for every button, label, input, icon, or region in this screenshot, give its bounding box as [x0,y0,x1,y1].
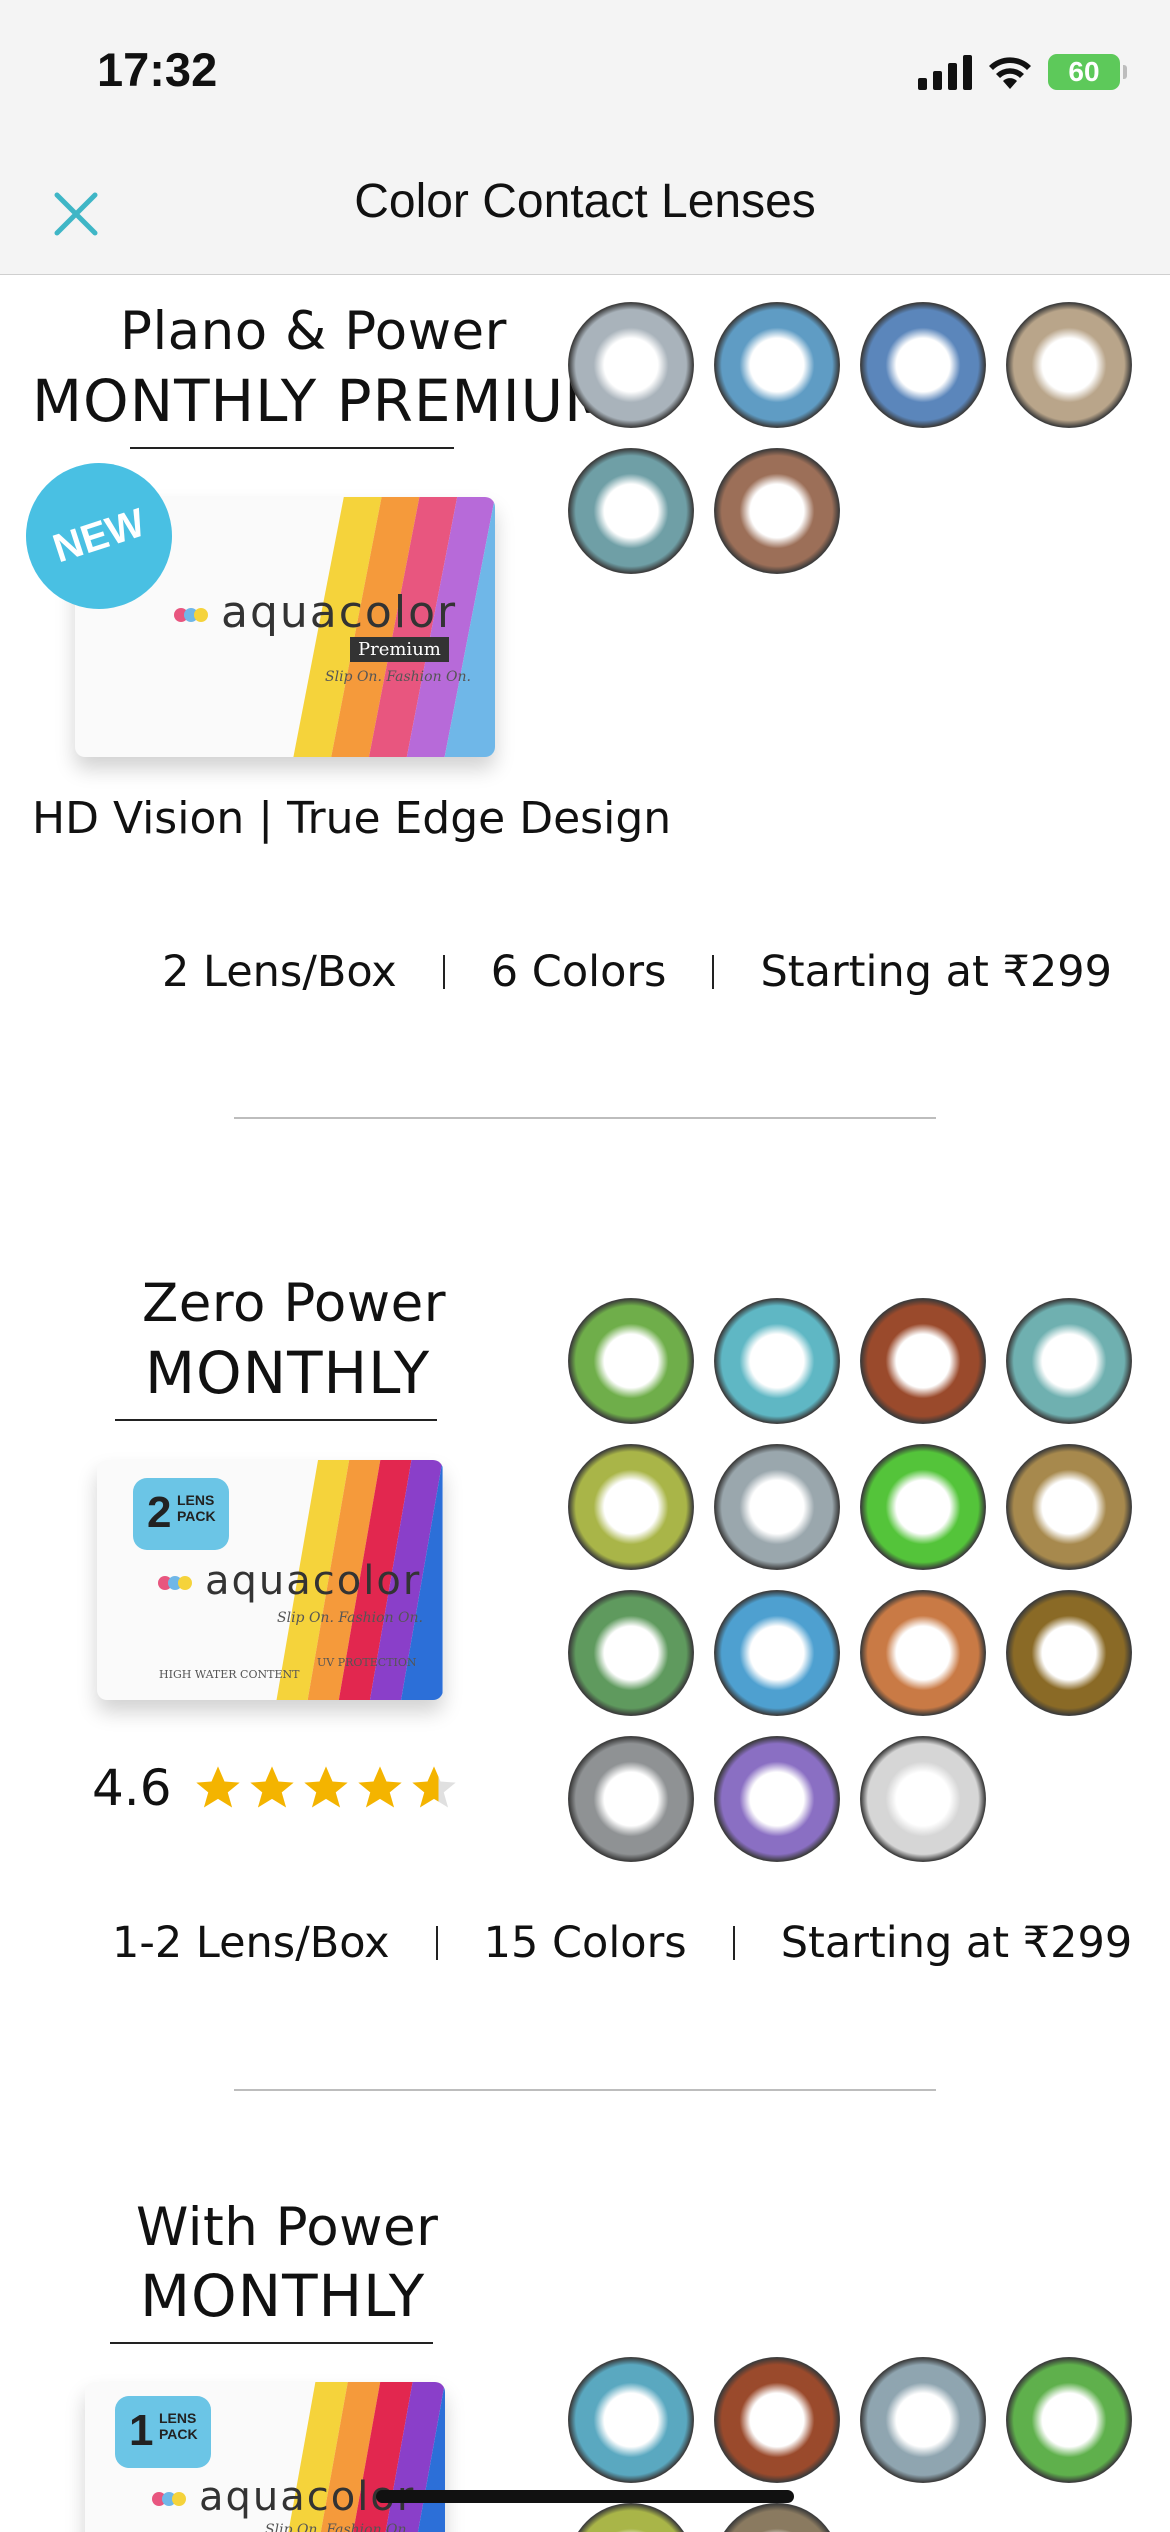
lens-swatch[interactable] [714,448,840,574]
lens-swatch[interactable] [568,2357,694,2483]
spec-lens-per-box: 1-2 Lens/Box [112,1918,390,1968]
spec-separator [732,1926,735,1960]
battery-level: 60 [1068,56,1100,87]
feature-text: HD Vision | True Edge Design [32,793,672,844]
box-tagline: Slip On. Fashion On. [265,2522,411,2532]
star-icon [195,1766,240,1808]
rating-value: 4.6 [92,1759,172,1817]
brand-name: aquacolor [173,587,457,638]
brand-name: aquacolor [157,1558,421,1604]
lens-swatch[interactable] [714,1444,840,1570]
battery-icon: 60 [1048,54,1127,90]
box-feature-right: UV PROTECTION [317,1656,417,1669]
lens-swatch[interactable] [568,448,694,574]
lens-swatch[interactable] [1006,1444,1132,1570]
section-subtitle: With Power [136,2197,439,2258]
star-icon [303,1766,348,1808]
section-divider [234,2089,936,2091]
section-subtitle: Plano & Power [120,301,507,362]
pack-badge: 2 LENS PACK [133,1478,229,1550]
spec-colors: 15 Colors [483,1918,687,1968]
status-bar: 17:32 60 [0,0,1170,150]
lens-swatch[interactable] [568,2503,694,2532]
spec-separator [435,1926,438,1960]
star-icon [411,1766,456,1808]
title-underline [115,1419,437,1421]
lens-swatch[interactable] [1006,1298,1132,1424]
spec-lens-per-box: 2 Lens/Box [162,947,397,997]
lens-swatch[interactable] [714,2503,840,2532]
lens-swatch[interactable] [860,302,986,428]
lens-swatch[interactable] [714,2357,840,2483]
lens-swatch[interactable] [714,302,840,428]
lens-swatch[interactable] [568,1590,694,1716]
lens-swatch[interactable] [714,1590,840,1716]
title-underline [110,2342,433,2344]
lens-swatch[interactable] [714,1736,840,1862]
product-box-image[interactable]: 1 LENS PACK aquacolor Slip On. Fashion O… [85,2382,445,2532]
lens-swatch[interactable] [1006,1590,1132,1716]
page-title: Color Contact Lenses [354,175,816,228]
status-time: 17:32 [97,43,218,96]
lens-swatch[interactable] [860,2357,986,2483]
lens-swatch[interactable] [568,1444,694,1570]
spec-price: Starting at ₹299 [760,947,1112,997]
title-underline [130,447,454,449]
pack-badge: 1 LENS PACK [115,2396,211,2468]
product-box-image[interactable]: 2 LENS PACK aquacolor Slip On. Fashion O… [97,1460,443,1700]
premium-tag: Premium [350,637,449,662]
status-icons: 60 [918,48,1127,96]
spec-row: 1-2 Lens/Box 15 Colors Starting at ₹299 [112,1918,1132,1968]
wifi-icon [989,57,1031,89]
signal-icon [918,54,972,90]
section-divider [234,1117,936,1119]
spec-separator [712,955,715,989]
section-title: MONTHLY PREMIUM [32,367,616,435]
lens-swatch[interactable] [860,1590,986,1716]
lens-swatch[interactable] [568,1298,694,1424]
spec-row: 2 Lens/Box 6 Colors Starting at ₹299 [162,947,1112,997]
brand-logo-icon [158,1576,192,1590]
box-tagline: Slip On. Fashion On. [325,669,471,685]
lens-swatch[interactable] [860,1736,986,1862]
lens-swatch[interactable] [568,1736,694,1862]
lens-swatch[interactable] [1006,2357,1132,2483]
product-list[interactable]: Plano & Power MONTHLY PREMIUM aquacolor … [0,275,1170,2532]
lens-swatch[interactable] [568,302,694,428]
lens-swatch[interactable] [1006,302,1132,428]
brand-logo-icon [152,2492,186,2506]
home-indicator [376,2490,794,2503]
lens-swatch[interactable] [860,1298,986,1424]
star-icon [357,1766,402,1808]
lens-swatch[interactable] [860,1444,986,1570]
lens-swatch[interactable] [714,1298,840,1424]
nav-bar: Color Contact Lenses [0,150,1170,275]
star-icon [249,1766,294,1808]
spec-price: Starting at ₹299 [780,1918,1133,1968]
spec-colors: 6 Colors [490,947,667,997]
section-title: MONTHLY [145,1339,431,1407]
section-title: MONTHLY [140,2262,426,2330]
spec-separator [442,955,445,989]
brand-logo-icon [174,608,208,622]
section-subtitle: Zero Power [142,1273,447,1334]
rating-stars [192,1762,462,1814]
box-tagline: Slip On. Fashion On. [277,1610,423,1626]
rating: 4.6 [92,1759,462,1817]
box-feature-left: HIGH WATER CONTENT [159,1668,300,1681]
